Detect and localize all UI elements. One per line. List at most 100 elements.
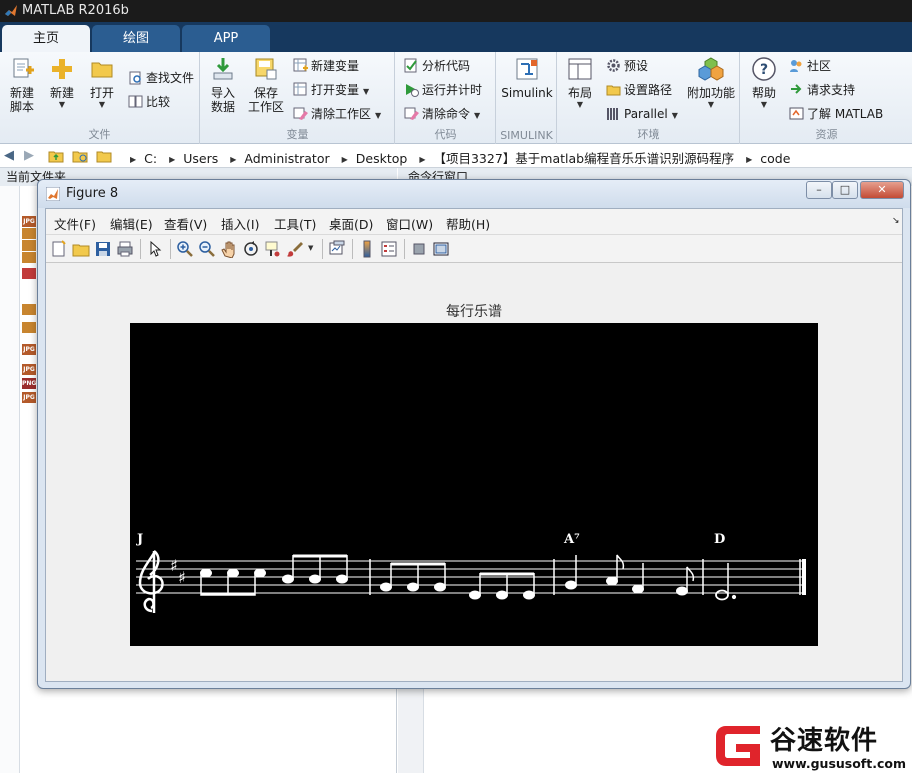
clear-workspace-button[interactable]: 清除工作区 ▼ xyxy=(293,104,381,124)
hide-plot-tools-icon[interactable] xyxy=(410,240,428,258)
fig-file-icon[interactable] xyxy=(22,322,36,333)
png-file-icon[interactable]: PNG xyxy=(22,378,36,389)
open-file-icon[interactable] xyxy=(72,240,90,258)
new-button[interactable]: 新建 ▼ xyxy=(46,56,78,110)
close-button[interactable]: ✕ xyxy=(860,181,904,199)
maximize-button[interactable]: □ xyxy=(832,181,858,199)
jpg-file-icon[interactable]: JPG xyxy=(22,392,36,403)
preferences-button[interactable]: 预设 xyxy=(606,56,648,76)
addons-button[interactable]: 附加功能 ▼ xyxy=(686,56,736,110)
open-variable-button[interactable]: 打开变量 ▼ xyxy=(293,80,369,100)
ribbon-group-environment: 布局 ▼ 预设 设置路径 Parallel ▼ 附加功能 ▼ 环境 xyxy=(558,52,740,144)
tab-apps[interactable]: APP xyxy=(182,25,270,52)
fig-file-icon[interactable] xyxy=(22,304,36,315)
menu-tools[interactable]: 工具(T) xyxy=(274,214,316,233)
pointer-icon[interactable] xyxy=(146,240,164,258)
up-folder-icon[interactable] xyxy=(48,148,64,164)
zoom-out-icon[interactable] xyxy=(198,240,216,258)
fig-file-icon[interactable] xyxy=(22,240,36,251)
breadcrumb-item[interactable]: Desktop xyxy=(356,151,408,166)
watermark-brand: 谷速软件 xyxy=(770,726,879,756)
matlab-title-bar: MATLAB R2016b xyxy=(0,0,912,22)
analyze-code-button[interactable]: 分析代码 xyxy=(404,56,470,76)
compare-button[interactable]: 比较 xyxy=(128,92,170,112)
run-and-time-button[interactable]: 运行并计时 xyxy=(404,80,482,100)
print-icon[interactable] xyxy=(116,240,134,258)
request-support-button[interactable]: 请求支持 xyxy=(789,80,855,100)
link-plot-icon[interactable] xyxy=(328,240,346,258)
clear-commands-button[interactable]: 清除命令 ▼ xyxy=(404,104,480,124)
community-button[interactable]: 社区 xyxy=(789,56,831,76)
save-icon[interactable] xyxy=(94,240,112,258)
menu-insert[interactable]: 插入(I) xyxy=(221,214,259,233)
pan-hand-icon[interactable] xyxy=(220,240,238,258)
find-files-button[interactable]: 查找文件 xyxy=(128,68,194,88)
eraser-icon xyxy=(293,107,308,120)
app-title: MATLAB R2016b xyxy=(22,3,129,18)
analyze-code-icon xyxy=(404,58,417,73)
open-button[interactable]: 打开 ▼ xyxy=(86,56,118,110)
menu-window[interactable]: 窗口(W) xyxy=(386,214,433,233)
breadcrumb-item[interactable]: 【项目3327】基于matlab编程音乐乐谱识别源码程序 xyxy=(433,151,734,166)
chevron-down-icon: ▼ xyxy=(576,100,584,109)
minimize-button[interactable]: – xyxy=(806,181,832,199)
colorbar-icon[interactable] xyxy=(358,240,376,258)
menu-help[interactable]: 帮助(H) xyxy=(446,214,490,233)
watermark-url: www.gususoft.com xyxy=(772,756,906,771)
tab-plots[interactable]: 绘图 xyxy=(92,25,180,52)
chevron-down-icon[interactable]: ▼ xyxy=(308,244,313,252)
breadcrumb-item[interactable]: code xyxy=(760,151,790,166)
figure-title-bar[interactable]: Figure 8 – □ ✕ xyxy=(38,180,910,208)
new-variable-icon xyxy=(293,58,308,72)
learn-icon xyxy=(789,107,804,120)
music-staff-graphic: ♯ ♯ J A⁷ D xyxy=(136,532,806,613)
zoom-in-icon[interactable] xyxy=(176,240,194,258)
fig-file-icon[interactable] xyxy=(22,252,36,263)
save-workspace-button[interactable]: 保存 工作区 xyxy=(247,56,285,114)
m-file-icon[interactable] xyxy=(22,268,36,279)
set-path-button[interactable]: 设置路径 xyxy=(606,80,672,100)
brush-icon[interactable] xyxy=(286,240,304,258)
help-button[interactable]: ? 帮助 ▼ xyxy=(749,56,779,110)
minimize-icon: – xyxy=(816,183,822,196)
breadcrumb-item[interactable]: Users xyxy=(183,151,218,166)
menu-view[interactable]: 查看(V) xyxy=(164,214,207,233)
breadcrumb-item[interactable]: Administrator xyxy=(244,151,329,166)
chevron-down-icon: ▼ xyxy=(363,87,370,96)
show-plot-tools-icon[interactable] xyxy=(432,240,450,258)
breadcrumb: ▶ C: ▶ Users ▶ Administrator ▶ Desktop ▶ 【项目3… xyxy=(122,148,790,167)
svg-text:♯: ♯ xyxy=(170,556,178,575)
gusu-logo-icon xyxy=(716,726,760,766)
parallel-button[interactable]: Parallel ▼ xyxy=(606,104,678,124)
fig-file-icon[interactable] xyxy=(22,228,36,239)
learn-matlab-button[interactable]: 了解 MATLAB xyxy=(789,104,883,124)
import-icon xyxy=(213,58,233,80)
new-script-button[interactable]: 新建 脚本 xyxy=(6,56,38,114)
browse-folder-icon[interactable] xyxy=(72,148,88,164)
menu-edit[interactable]: 编辑(E) xyxy=(110,214,153,233)
chevron-down-icon: ▼ xyxy=(707,100,715,109)
menu-desktop[interactable]: 桌面(D) xyxy=(329,214,373,233)
legend-icon[interactable] xyxy=(380,240,398,258)
breadcrumb-item[interactable]: C: xyxy=(144,151,157,166)
menu-file[interactable]: 文件(F) xyxy=(54,214,96,233)
ribbon-group-variable: 导入 数据 保存 工作区 新建变量 打开变量 ▼ 清除工作区 ▼ 变量 xyxy=(201,52,395,144)
simulink-button[interactable]: Simulink xyxy=(501,56,553,100)
jpg-file-icon[interactable]: JPG xyxy=(22,344,36,355)
ribbon-group-resources: ? 帮助 ▼ 社区 请求支持 了解 MATLAB 资源 xyxy=(741,52,912,144)
dock-arrow-icon[interactable]: ↘ xyxy=(892,216,900,226)
back-arrow-icon[interactable]: ◀ xyxy=(4,148,14,163)
data-cursor-icon[interactable] xyxy=(264,240,282,258)
forward-arrow-icon[interactable]: ▶ xyxy=(24,148,34,163)
import-data-button[interactable]: 导入 数据 xyxy=(207,56,239,114)
rotate-3d-icon[interactable] xyxy=(242,240,260,258)
new-figure-icon[interactable] xyxy=(50,240,68,258)
jpg-file-icon[interactable]: JPG xyxy=(22,364,36,375)
chevron-down-icon: ▼ xyxy=(760,100,768,109)
jpg-file-icon[interactable]: JPG xyxy=(22,216,36,227)
layout-button[interactable]: 布局 ▼ xyxy=(564,56,596,110)
new-variable-button[interactable]: 新建变量 xyxy=(293,56,359,76)
tab-home[interactable]: 主页 xyxy=(2,25,90,52)
toolbar-separator xyxy=(322,239,323,259)
chevron-right-icon: ▶ xyxy=(169,155,176,164)
